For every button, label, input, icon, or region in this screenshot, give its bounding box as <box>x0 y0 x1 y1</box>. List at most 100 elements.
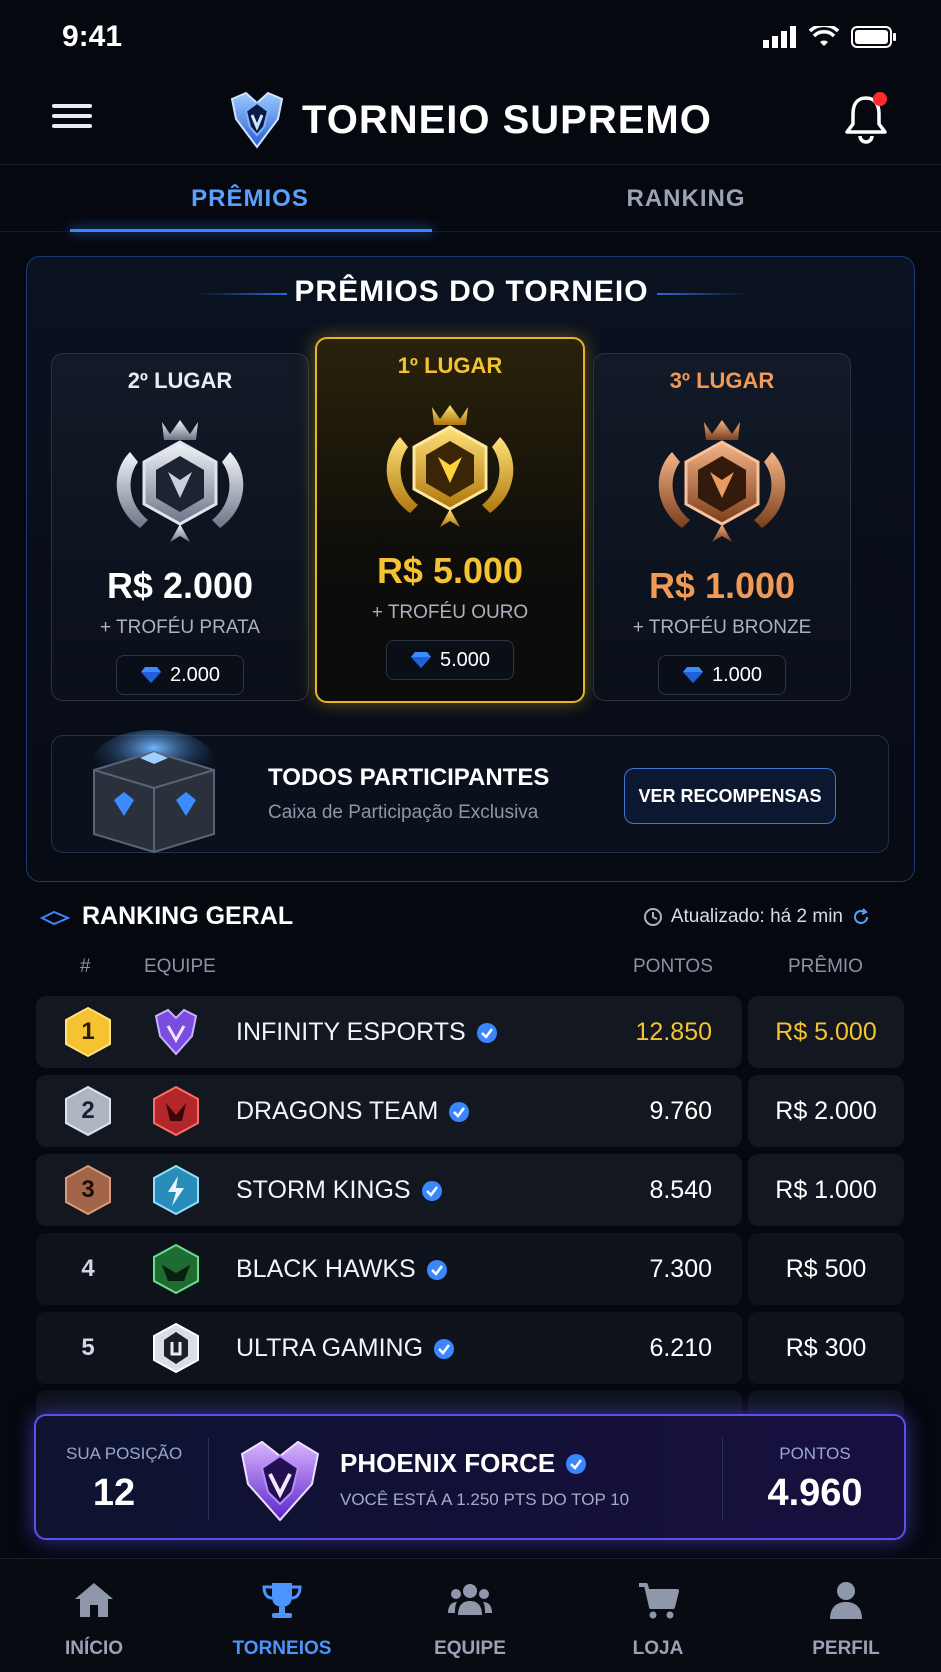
view-rewards-button[interactable]: VER RECOMPENSAS <box>624 768 836 824</box>
ranking-column-headers: # EQUIPE PONTOS PRÊMIO <box>36 956 904 986</box>
updated-text: Atualizado: há 2 min <box>670 906 843 927</box>
nav-loja[interactable]: LOJA <box>564 1559 752 1672</box>
status-bar: 9:41 <box>0 0 941 80</box>
infinity-esports-logo-icon <box>154 1008 198 1056</box>
prize-card-first[interactable]: 1º LUGAR R$ 5.000 + TROFÉU OURO 5.000 <box>315 337 585 703</box>
nav-perfil[interactable]: PERFIL <box>752 1559 940 1672</box>
rank-number: 1 <box>81 1018 95 1045</box>
notifications-button[interactable] <box>841 90 891 146</box>
table-row[interactable]: 2 DRAGONS TEAM 9.760 R$ 2.000 <box>36 1075 904 1147</box>
prize-card-third[interactable]: 3º LUGAR R$ 1.000 + TROFÉU BRONZE 1.000 <box>593 353 851 701</box>
place-label: 1º LUGAR <box>397 353 503 378</box>
tournament-logo-icon <box>230 91 284 149</box>
verified-icon <box>434 1338 455 1359</box>
black-hawks-logo-icon <box>153 1243 199 1295</box>
bottom-nav: INÍCIO TORNEIOS EQUIPE LOJA PERFIL <box>0 1558 941 1672</box>
participants-reward: TODOS PARTICIPANTES Caixa de Participaçã… <box>51 730 889 854</box>
team-name: ULTRA GAMING <box>236 1334 455 1363</box>
verified-icon <box>426 1259 447 1280</box>
ranking-title: RANKING GERAL <box>82 902 294 930</box>
app-title: TORNEIO SUPREMO <box>302 97 712 142</box>
notification-dot <box>873 92 887 106</box>
menu-button[interactable] <box>52 98 92 138</box>
gem-amount: 2.000 <box>169 663 221 686</box>
row-prize: R$ 5.000 <box>748 996 904 1068</box>
gem-reward: 5.000 <box>386 640 514 680</box>
profile-icon <box>830 1582 862 1619</box>
team-points: 7.300 <box>649 1255 712 1283</box>
silver-medal-icon <box>116 420 244 542</box>
tabs: PRÊMIOS RANKING <box>0 164 941 232</box>
bronze-medal-icon <box>658 420 786 542</box>
place-label: 3º LUGAR <box>669 368 775 393</box>
dragons-team-logo-icon <box>153 1085 199 1137</box>
verified-icon <box>421 1180 442 1201</box>
team-name-text: STORM KINGS <box>236 1176 411 1204</box>
active-tab-indicator <box>70 229 432 232</box>
col-rank: # <box>80 956 91 977</box>
col-points: PONTOS <box>633 956 713 977</box>
row-main: 4 BLACK HAWKS 7.300 <box>36 1233 742 1305</box>
my-points-value: 4.960 <box>767 1472 863 1514</box>
row-main: 2 DRAGONS TEAM 9.760 <box>36 1075 742 1147</box>
prize-amount: R$ 2.000 <box>106 565 254 606</box>
table-row[interactable]: 4 BLACK HAWKS 7.300 R$ 500 <box>36 1233 904 1305</box>
verified-icon <box>449 1101 470 1122</box>
ranking-header: RANKING GERAL Atualizado: há 2 min <box>26 898 915 942</box>
cart-icon <box>639 1583 679 1619</box>
prize-card-second[interactable]: 2º LUGAR R$ 2.000 + TROFÉU PRATA 2.000 <box>51 353 309 701</box>
gem-amount: 1.000 <box>711 663 763 686</box>
wifi-icon <box>809 26 839 46</box>
chest-icon <box>93 730 215 854</box>
row-prize: R$ 300 <box>748 1312 904 1384</box>
tab-ranking[interactable]: RANKING <box>506 165 866 233</box>
status-icons <box>763 26 897 48</box>
rank-number: 2 <box>81 1097 95 1124</box>
ranking-decoration-icon <box>40 910 70 926</box>
table-row[interactable]: 3 STORM KINGS 8.540 R$ 1.000 <box>36 1154 904 1226</box>
phoenix-force-logo-icon <box>240 1440 320 1522</box>
prize-value: R$ 300 <box>785 1334 867 1362</box>
nav-inicio[interactable]: INÍCIO <box>0 1559 188 1672</box>
storm-kings-logo-icon <box>153 1164 199 1216</box>
place-label: 2º LUGAR <box>127 368 233 393</box>
nav-label: EQUIPE <box>434 1638 506 1659</box>
team-points: 9.760 <box>649 1097 712 1125</box>
team-name-text: INFINITY ESPORTS <box>236 1018 466 1046</box>
verified-icon <box>566 1453 587 1474</box>
gem-reward: 2.000 <box>116 655 244 695</box>
row-prize: R$ 2.000 <box>748 1075 904 1147</box>
rank-number: 3 <box>81 1176 95 1203</box>
prize-amount: R$ 5.000 <box>376 550 524 591</box>
my-position-card[interactable]: SUA POSIÇÃO 12 PHOENIX FORCE VOCÊ ESTÁ A… <box>34 1414 906 1540</box>
trophy-icon <box>262 1583 302 1618</box>
prize-amount: R$ 1.000 <box>648 565 796 606</box>
rank-number: 4 <box>81 1255 95 1282</box>
divider <box>208 1438 209 1520</box>
home-icon <box>75 1583 113 1617</box>
table-row[interactable]: 1 INFINITY ESPORTS 12.850 R$ 5.000 <box>36 996 904 1068</box>
my-position-value: 12 <box>92 1472 136 1514</box>
gem-reward: 1.000 <box>658 655 786 695</box>
team-name: INFINITY ESPORTS <box>236 1018 498 1047</box>
nav-torneios[interactable]: TORNEIOS <box>188 1559 376 1672</box>
row-main: 3 STORM KINGS 8.540 <box>36 1154 742 1226</box>
tab-premios[interactable]: PRÊMIOS <box>70 165 430 233</box>
rank-number: 5 <box>81 1334 95 1361</box>
title-wrap: TORNEIO SUPREMO <box>228 80 712 160</box>
title-decoration-right <box>657 293 747 295</box>
row-main: 1 INFINITY ESPORTS 12.850 <box>36 996 742 1068</box>
team-points: 8.540 <box>649 1176 712 1204</box>
refresh-icon[interactable] <box>851 907 871 927</box>
team-points: 6.210 <box>649 1334 712 1362</box>
nav-label: LOJA <box>632 1638 684 1659</box>
gem-amount: 5.000 <box>439 648 491 671</box>
table-row[interactable]: 5 ULTRA GAMING 6.210 R$ 300 <box>36 1312 904 1384</box>
nav-label: PERFIL <box>812 1638 880 1659</box>
team-name: BLACK HAWKS <box>236 1255 448 1284</box>
nav-label: TORNEIOS <box>232 1638 332 1659</box>
prize-trophy: + TROFÉU OURO <box>371 602 529 623</box>
prize-trophy: + TROFÉU PRATA <box>100 617 260 638</box>
nav-equipe[interactable]: EQUIPE <box>376 1559 564 1672</box>
prize-trophy: + TROFÉU BRONZE <box>632 617 812 638</box>
